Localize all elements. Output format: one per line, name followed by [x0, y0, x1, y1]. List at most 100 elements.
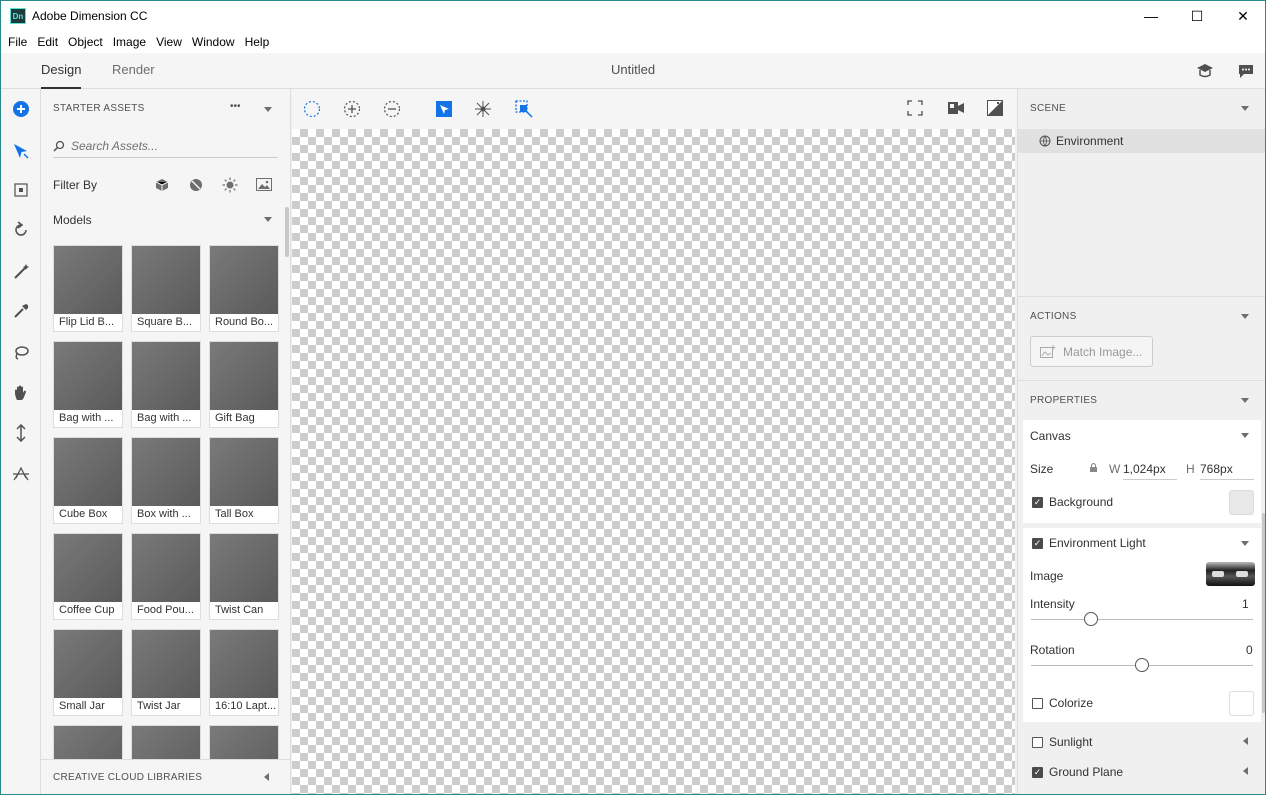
- width-field[interactable]: 1,024px: [1123, 462, 1177, 480]
- asset-label: Flip Lid B...: [59, 316, 115, 328]
- asset-tile[interactable]: Gift Bag: [209, 341, 279, 428]
- sunlight-checkbox[interactable]: [1032, 737, 1043, 748]
- magic-wand-icon[interactable]: [11, 261, 31, 281]
- lasso-icon[interactable]: [11, 343, 31, 363]
- scene-item-environment[interactable]: Environment: [1018, 129, 1265, 153]
- asset-tile[interactable]: Twist Can: [209, 533, 279, 620]
- menu-view[interactable]: View: [151, 31, 187, 53]
- select-icon[interactable]: [11, 180, 31, 200]
- dolly-icon[interactable]: [11, 423, 31, 443]
- environment-light-checkbox[interactable]: ✓: [1032, 538, 1043, 549]
- select-region-icon[interactable]: [303, 100, 321, 118]
- environment-light-chevron-icon[interactable]: [1241, 541, 1249, 546]
- collapse-chevron-icon[interactable]: [264, 107, 272, 112]
- cc-libraries-chevron-icon[interactable]: [264, 773, 269, 781]
- lights-filter-icon[interactable]: [222, 177, 238, 196]
- menu-edit[interactable]: Edit: [32, 31, 63, 53]
- asset-thumbnail: [132, 438, 200, 506]
- asset-thumbnail: [132, 342, 200, 410]
- ground-plane-chevron-icon[interactable]: [1243, 767, 1248, 775]
- move-icon[interactable]: [11, 141, 31, 161]
- horizon-icon[interactable]: [11, 463, 31, 483]
- tab-design[interactable]: Design: [41, 53, 82, 89]
- category-chevron-icon[interactable]: [264, 217, 272, 222]
- canvas-chevron-icon[interactable]: [1241, 433, 1249, 438]
- asset-tile[interactable]: Small Jar: [53, 629, 123, 716]
- scene-chevron-icon[interactable]: [1241, 106, 1249, 111]
- menu-object[interactable]: Object: [63, 31, 108, 53]
- minimize-button[interactable]: —: [1128, 1, 1174, 31]
- add-icon[interactable]: [11, 99, 31, 119]
- pan-icon[interactable]: [11, 383, 31, 403]
- colorize-checkbox[interactable]: [1032, 698, 1043, 709]
- colorize-color-swatch[interactable]: [1229, 691, 1254, 716]
- properties-chevron-icon[interactable]: [1241, 398, 1249, 403]
- subtract-selection-icon[interactable]: [383, 100, 401, 118]
- add-selection-icon[interactable]: [343, 100, 361, 118]
- asset-thumbnail: [210, 534, 278, 602]
- width-label: W: [1109, 462, 1121, 476]
- intensity-slider-track[interactable]: [1031, 619, 1253, 620]
- asset-label: Round Bo...: [215, 316, 274, 328]
- models-filter-icon[interactable]: [155, 178, 169, 195]
- asset-tile[interactable]: 16:10 Lapt...: [209, 629, 279, 716]
- close-button[interactable]: ✕: [1220, 1, 1265, 31]
- menu-image[interactable]: Image: [108, 31, 151, 53]
- materials-filter-icon[interactable]: [189, 178, 203, 195]
- maximize-button[interactable]: ☐: [1174, 1, 1220, 31]
- background-color-swatch[interactable]: [1229, 490, 1254, 515]
- properties-scrollbar[interactable]: [1262, 513, 1265, 713]
- right-panel: SCENE Environment ACTIONS Match Image...…: [1017, 89, 1265, 794]
- ground-plane-checkbox[interactable]: ✓: [1032, 767, 1043, 778]
- asset-tile[interactable]: Bag with ...: [53, 341, 123, 428]
- asset-tile[interactable]: Twist Jar: [131, 629, 201, 716]
- asset-tile[interactable]: Coffee Cup: [53, 533, 123, 620]
- asset-tile[interactable]: Square B...: [131, 245, 201, 332]
- search-assets-field[interactable]: Search Assets...: [53, 134, 278, 158]
- tab-render[interactable]: Render: [112, 53, 155, 89]
- height-field[interactable]: 768px: [1200, 462, 1254, 480]
- sunlight-chevron-icon[interactable]: [1243, 737, 1248, 745]
- ground-plane-row[interactable]: ✓ Ground Plane: [1023, 757, 1261, 787]
- actions-chevron-icon[interactable]: [1241, 314, 1249, 319]
- spread-icon[interactable]: [474, 100, 492, 118]
- asset-thumbnail: [54, 630, 122, 698]
- intensity-slider-knob[interactable]: [1083, 612, 1098, 626]
- asset-label: Small Jar: [59, 700, 105, 712]
- category-models[interactable]: Models: [53, 213, 92, 227]
- select-object-icon[interactable]: [435, 100, 453, 118]
- canvas-viewport[interactable]: [292, 129, 1015, 794]
- menu-file[interactable]: File: [3, 31, 32, 53]
- camera-bookmark-icon[interactable]: [947, 100, 965, 118]
- asset-tile[interactable]: Tall Box: [209, 437, 279, 524]
- background-checkbox[interactable]: ✓: [1032, 497, 1043, 508]
- eyedropper-icon[interactable]: [11, 301, 31, 321]
- asset-tile[interactable]: Box with ...: [131, 437, 201, 524]
- menu-window[interactable]: Window: [187, 31, 240, 53]
- sunlight-row[interactable]: Sunlight: [1023, 727, 1261, 757]
- feedback-icon[interactable]: [1237, 62, 1255, 80]
- asset-tile[interactable]: Bag with ...: [131, 341, 201, 428]
- rotation-slider-knob[interactable]: [1135, 658, 1149, 672]
- asset-tile[interactable]: Round Bo...: [209, 245, 279, 332]
- cc-libraries-section[interactable]: CREATIVE CLOUD LIBRARIES: [41, 759, 290, 794]
- environment-image-thumbnail[interactable]: [1206, 562, 1255, 586]
- asset-tile[interactable]: Food Pou...: [131, 533, 201, 620]
- learn-icon[interactable]: [1196, 62, 1214, 80]
- menu-help[interactable]: Help: [240, 31, 275, 53]
- assets-scrollbar[interactable]: [285, 207, 289, 257]
- asset-label: Square B...: [137, 316, 193, 328]
- asset-thumbnail: [210, 630, 278, 698]
- orbit-icon[interactable]: [11, 220, 31, 240]
- more-options-icon[interactable]: •••: [230, 101, 241, 112]
- images-filter-icon[interactable]: [256, 178, 272, 194]
- asset-label: Tall Box: [215, 508, 254, 520]
- render-preview-icon[interactable]: [987, 100, 1005, 118]
- fullscreen-icon[interactable]: [907, 100, 925, 118]
- asset-tile[interactable]: Cube Box: [53, 437, 123, 524]
- frame-selection-icon[interactable]: [515, 100, 533, 118]
- match-image-button[interactable]: Match Image...: [1030, 336, 1153, 367]
- asset-tile[interactable]: Flip Lid B...: [53, 245, 123, 332]
- asset-thumbnail: [210, 342, 278, 410]
- lock-icon[interactable]: [1089, 462, 1098, 473]
